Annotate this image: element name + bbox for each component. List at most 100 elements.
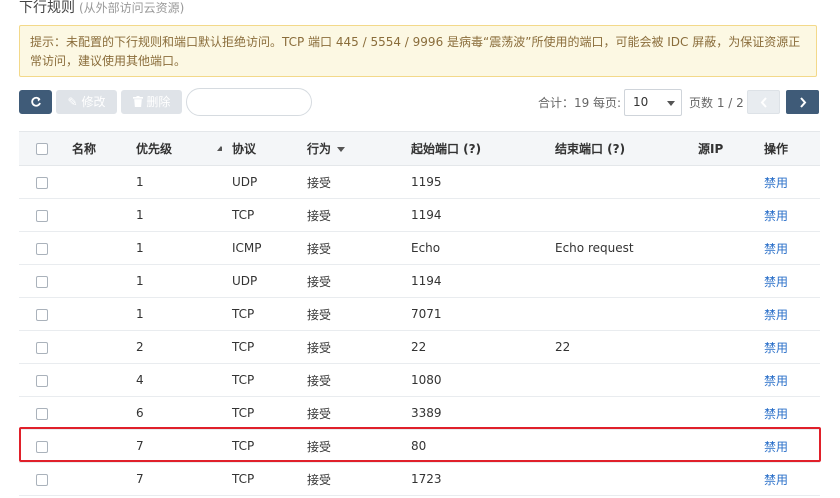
cell-action-cell: 接受 [297,165,401,199]
disable-link[interactable]: 禁用 [764,341,788,355]
cell-protocol: TCP [232,208,255,222]
sort-desc-icon[interactable] [337,147,346,152]
cell-priority: 1 [136,175,144,189]
row-checkbox[interactable] [36,275,48,288]
row-checkbox[interactable] [36,407,48,420]
total-count: 合计：19 [538,96,590,110]
disable-link[interactable]: 禁用 [764,275,788,289]
disable-link[interactable]: 禁用 [764,209,788,223]
cell-source-ip-cell [688,165,764,199]
cell-action: 接受 [307,208,332,223]
edit-button[interactable]: ✎ 修改 [56,90,117,114]
cell-action: 接受 [307,175,332,190]
cell-end-port-cell [545,165,688,199]
cell-start-port-cell: 1195 [401,165,545,199]
cell-end-port-cell: Echo request [545,231,688,265]
disable-link-cell: 禁用 [764,330,820,364]
cell-end-port-cell [545,363,688,397]
cell-source-ip-cell [688,297,764,331]
column-end-port[interactable]: 结束端口 (?) [555,142,625,156]
disable-link-cell: 禁用 [764,264,820,298]
cell-action-cell: 接受 [297,462,401,496]
table-row[interactable]: 1 UDP 接受 1195 禁用 [19,165,820,199]
table-row[interactable]: 1 TCP 接受 7071 禁用 [19,297,820,331]
cell-priority-cell: 1 [126,297,222,331]
row-checkbox[interactable] [36,440,48,453]
delete-button[interactable]: 删除 [121,90,182,114]
cell-name-cell [62,231,126,265]
column-start-port[interactable]: 起始端口 (?) [411,142,481,156]
row-checkbox[interactable] [36,374,48,387]
row-checkbox[interactable] [36,176,48,189]
table-row[interactable]: 7 TCP 接受 1723 禁用 [19,462,820,496]
table-row[interactable]: 2 TCP 接受 22 22 禁用 [19,330,820,364]
cell-protocol: UDP [232,274,258,288]
table-row[interactable]: 7 TCP 接受 80 禁用 [19,429,820,463]
disable-link[interactable]: 禁用 [764,308,788,322]
row-select-cell [19,330,62,364]
cell-priority: 1 [136,307,144,321]
disable-link[interactable]: 禁用 [764,440,788,454]
table-row[interactable]: 1 UDP 接受 1194 禁用 [19,264,820,298]
column-name[interactable]: 名称 [72,142,96,156]
cell-protocol-cell: TCP [222,363,297,397]
row-select-cell [19,429,62,463]
per-page-value: 10 [633,95,649,109]
page-indicator: 页数 1 / 2 [689,96,744,110]
cell-source-ip-cell [688,429,764,463]
cell-protocol-cell: TCP [222,429,297,463]
column-priority[interactable]: 优先级 [136,142,172,156]
cell-priority: 7 [136,439,144,453]
prev-page-button[interactable] [747,90,780,114]
row-checkbox[interactable] [36,209,48,222]
cell-name-cell [62,429,126,463]
per-page-select[interactable]: 10 [624,89,682,116]
cell-priority-cell: 7 [126,429,222,463]
row-checkbox[interactable] [36,473,48,486]
edit-label: 修改 [81,95,106,109]
cell-action: 接受 [307,406,332,421]
table-row[interactable]: 4 TCP 接受 1080 禁用 [19,363,820,397]
column-protocol[interactable]: 协议 [232,142,256,156]
cell-end-port-cell [545,429,688,463]
cell-priority-cell: 4 [126,363,222,397]
cell-protocol: TCP [232,373,255,387]
cell-priority-cell: 1 [126,231,222,265]
cell-start-port-cell: 80 [401,429,545,463]
row-checkbox[interactable] [36,242,48,255]
cell-end-port: 22 [555,340,571,354]
table-row[interactable]: 6 TCP 接受 3389 禁用 [19,396,820,430]
cell-start-port-cell: 1080 [401,363,545,397]
search-input[interactable] [186,88,312,116]
disable-link[interactable]: 禁用 [764,176,788,190]
cell-start-port-cell: 7071 [401,297,545,331]
refresh-button[interactable] [19,90,52,114]
column-action[interactable]: 行为 [307,142,331,156]
cell-action-cell: 接受 [297,363,401,397]
cell-priority: 4 [136,373,144,387]
next-page-button[interactable] [786,90,819,114]
chevron-left-icon [760,97,767,108]
cell-start-port: 1194 [411,208,442,222]
cell-source-ip-cell [688,264,764,298]
column-source-ip[interactable]: 源IP [698,142,723,156]
page-title: 下行规则 (从外部访问云资源) [19,0,184,17]
select-all-checkbox[interactable] [36,143,48,155]
cell-name-cell [62,462,126,496]
disable-link[interactable]: 禁用 [764,473,788,487]
disable-link[interactable]: 禁用 [764,374,788,388]
table-row[interactable]: 1 ICMP 接受 Echo Echo request 禁用 [19,231,820,265]
disable-link[interactable]: 禁用 [764,407,788,421]
cell-protocol-cell: ICMP [222,231,297,265]
row-checkbox[interactable] [36,341,48,354]
row-checkbox[interactable] [36,308,48,321]
cell-action-cell: 接受 [297,198,401,232]
table-row[interactable]: 1 TCP 接受 1194 禁用 [19,198,820,232]
disable-link[interactable]: 禁用 [764,242,788,256]
cell-start-port: 1195 [411,175,442,189]
cell-protocol: TCP [232,439,255,453]
cell-source-ip-cell [688,330,764,364]
cell-source-ip-cell [688,363,764,397]
cell-priority-cell: 2 [126,330,222,364]
cell-priority-cell: 7 [126,462,222,496]
